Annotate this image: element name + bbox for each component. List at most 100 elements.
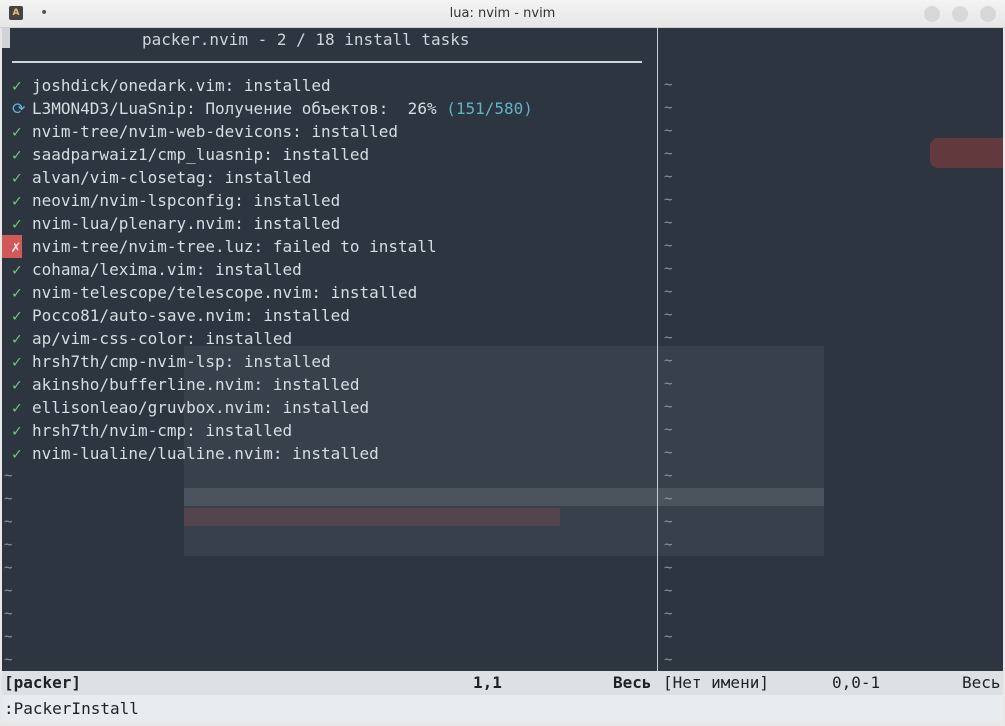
maximize-button[interactable] <box>952 6 968 22</box>
command-line-text: :PackerInstall <box>4 699 139 718</box>
task-row: ✓ neovim/nvim-lspconfig: installed <box>2 189 656 212</box>
empty-line-marker: ~ <box>664 307 673 323</box>
task-row: ✓ akinsho/bufferline.nvim: installed <box>2 373 656 396</box>
empty-line-marker: ~ <box>664 583 673 599</box>
empty-line-marker: ~ <box>664 169 673 185</box>
header-separator <box>12 61 642 63</box>
task-row: ⟳ L3MON4D3/LuaSnip: Получение объектов: 2… <box>2 97 656 120</box>
task-row: ✓ Pocco81/auto-save.nvim: installed <box>2 304 656 327</box>
task-row: ✓ ap/vim-css-color: installed <box>2 327 656 350</box>
statusline-left-name: [packer] <box>4 673 82 692</box>
packer-pane[interactable]: packer.nvim - 2 / 18 install tasks ✓ josh… <box>2 28 656 671</box>
command-line[interactable]: :PackerInstall <box>2 695 1003 722</box>
empty-line-marker: ~ <box>4 629 13 645</box>
close-button[interactable] <box>980 6 996 22</box>
task-row: ✓ ellisonleao/gruvbox.nvim: installed <box>2 396 656 419</box>
empty-line-marker: ~ <box>664 353 673 369</box>
task-label: ellisonleao/gruvbox.nvim: installed <box>32 398 370 417</box>
cross-icon: ✗ <box>2 235 22 258</box>
empty-line-marker: ~ <box>664 422 673 438</box>
task-row: ✓ nvim-lua/plenary.nvim: installed <box>2 212 656 235</box>
empty-line-marker: ~ <box>664 284 673 300</box>
check-icon: ✓ <box>12 398 22 417</box>
packer-header: packer.nvim - 2 / 18 install tasks <box>142 30 470 49</box>
empty-line-marker: ~ <box>664 652 673 668</box>
task-text: nvim-tree/nvim-web-devicons: installed <box>32 120 398 143</box>
check-icon: ✓ <box>12 260 22 279</box>
check-icon: ✓ <box>12 191 22 210</box>
task-text: nvim-tree/nvim-tree.luz: failed to insta… <box>32 235 437 258</box>
statusline-right-position: 0,0-1 <box>832 673 881 692</box>
task-label: akinsho/bufferline.nvim: installed <box>32 375 360 394</box>
empty-line-marker: ~ <box>4 537 13 553</box>
terminal[interactable]: packer.nvim - 2 / 18 install tasks ✓ josh… <box>2 28 1003 722</box>
empty-line-marker: ~ <box>664 215 673 231</box>
spinner-icon: ⟳ <box>12 99 26 118</box>
check-icon: ✓ <box>12 76 22 95</box>
task-row: ✗ nvim-tree/nvim-tree.luz: failed to inst… <box>2 235 656 258</box>
task-label: hrsh7th/cmp-nvim-lsp: installed <box>32 352 331 371</box>
empty-line-marker: ~ <box>664 100 673 116</box>
task-text: nvim-lualine/lualine.nvim: installed <box>32 442 379 465</box>
empty-line-marker: ~ <box>4 468 13 484</box>
task-label: saadparwaiz1/cmp_luasnip: installed <box>32 145 370 164</box>
task-label: nvim-telescope/telescope.nvim: installed <box>32 283 418 302</box>
task-text: neovim/nvim-lspconfig: installed <box>32 189 340 212</box>
statusline-right-scroll: Весь <box>962 673 1001 692</box>
check-icon: ✓ <box>12 283 22 302</box>
task-row: ✓ hrsh7th/cmp-nvim-lsp: installed <box>2 350 656 373</box>
empty-line-marker: ~ <box>664 376 673 392</box>
task-row: ✓ joshdick/onedark.vim: installed <box>2 74 656 97</box>
task-row: ✓ nvim-telescope/telescope.nvim: installe… <box>2 281 656 304</box>
task-text: cohama/lexima.vim: installed <box>32 258 302 281</box>
task-label: ap/vim-css-color: installed <box>32 329 293 348</box>
task-label: nvim-lua/plenary.nvim: installed <box>32 214 341 233</box>
task-text: joshdick/onedark.vim: installed <box>32 74 331 97</box>
empty-buffer-pane[interactable]: ~ ~ ~ ~ ~ ~ ~ ~ ~ ~ ~ ~ ~ ~ ~ ~ ~ ~ ~ ~ ~ ~ ~ ~ ~ ~ <box>658 28 1003 671</box>
task-row: ✓ hrsh7th/nvim-cmp: installed <box>2 419 656 442</box>
task-text: hrsh7th/cmp-nvim-lsp: installed <box>32 350 331 373</box>
empty-line-marker: ~ <box>664 192 673 208</box>
task-text: Pocco81/auto-save.nvim: installed <box>32 304 350 327</box>
empty-line-marker: ~ <box>664 399 673 415</box>
task-row: ✓ saadparwaiz1/cmp_luasnip: installed <box>2 143 656 166</box>
empty-line-marker: ~ <box>4 652 13 668</box>
check-icon: ✓ <box>12 375 22 394</box>
task-text: nvim-telescope/telescope.nvim: installed <box>32 281 417 304</box>
empty-line-marker: ~ <box>664 629 673 645</box>
task-progress-count: (151/580) <box>446 99 533 118</box>
task-text: ap/vim-css-color: installed <box>32 327 292 350</box>
task-label: nvim-lualine/lualine.nvim: installed <box>32 444 379 463</box>
empty-line-marker: ~ <box>4 606 13 622</box>
statusline: [packer] 1,1 Весь [Нет имени] 0,0-1 Весь <box>2 671 1003 695</box>
task-text: nvim-lua/plenary.nvim: installed <box>32 212 340 235</box>
task-label: joshdick/onedark.vim: installed <box>32 76 331 95</box>
empty-line-marker: ~ <box>664 77 673 93</box>
task-label: hrsh7th/nvim-cmp: installed <box>32 421 293 440</box>
empty-line-marker: ~ <box>664 445 673 461</box>
task-label: Pocco81/auto-save.nvim: installed <box>32 306 350 325</box>
task-text: saadparwaiz1/cmp_luasnip: installed <box>32 143 369 166</box>
task-row: ✓ alvan/vim-closetag: installed <box>2 166 656 189</box>
window-title: lua: nvim - nvim <box>449 6 556 21</box>
empty-line-marker: ~ <box>4 583 13 599</box>
statusline-left-scroll: Весь <box>613 673 652 692</box>
check-icon: ✓ <box>12 168 22 187</box>
check-icon: ✓ <box>12 421 22 440</box>
empty-line-marker: ~ <box>664 123 673 139</box>
empty-line-marker: ~ <box>664 514 673 530</box>
task-label: cohama/lexima.vim: installed <box>32 260 302 279</box>
task-text: hrsh7th/nvim-cmp: installed <box>32 419 292 442</box>
task-label: neovim/nvim-lspconfig: installed <box>32 191 341 210</box>
task-row: ✓ cohama/lexima.vim: installed <box>2 258 656 281</box>
check-icon: ✓ <box>12 214 22 233</box>
statusline-left-position: 1,1 <box>473 673 502 692</box>
check-icon: ✓ <box>12 444 22 463</box>
empty-line-marker: ~ <box>4 514 13 530</box>
empty-line-marker: ~ <box>664 468 673 484</box>
empty-line-marker: ~ <box>4 491 13 507</box>
minimize-button[interactable] <box>924 6 940 22</box>
window-titlebar: A • lua: nvim - nvim <box>0 0 1005 28</box>
task-text: L3MON4D3/LuaSnip: Получение объектов: 26… <box>32 97 533 120</box>
task-text: akinsho/bufferline.nvim: installed <box>32 373 360 396</box>
